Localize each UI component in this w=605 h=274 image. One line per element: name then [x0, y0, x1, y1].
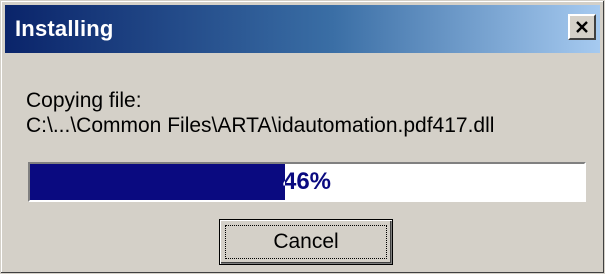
- progress-percent-text-inverted: 46%: [30, 164, 285, 200]
- status-label: Copying file:: [26, 89, 142, 112]
- focus-ring: [225, 225, 387, 259]
- close-icon: [575, 21, 589, 33]
- file-path-text: C:\...\Common Files\ARTA\idautomation.pd…: [26, 114, 495, 137]
- close-button[interactable]: [568, 14, 596, 40]
- title-bar[interactable]: Installing: [5, 5, 600, 53]
- window-title: Installing: [15, 16, 114, 41]
- cancel-button[interactable]: Cancel: [219, 219, 393, 265]
- installing-dialog: Installing Copying file: C:\...\Common F…: [0, 0, 605, 274]
- progress-bar: 46% 46%: [28, 162, 586, 202]
